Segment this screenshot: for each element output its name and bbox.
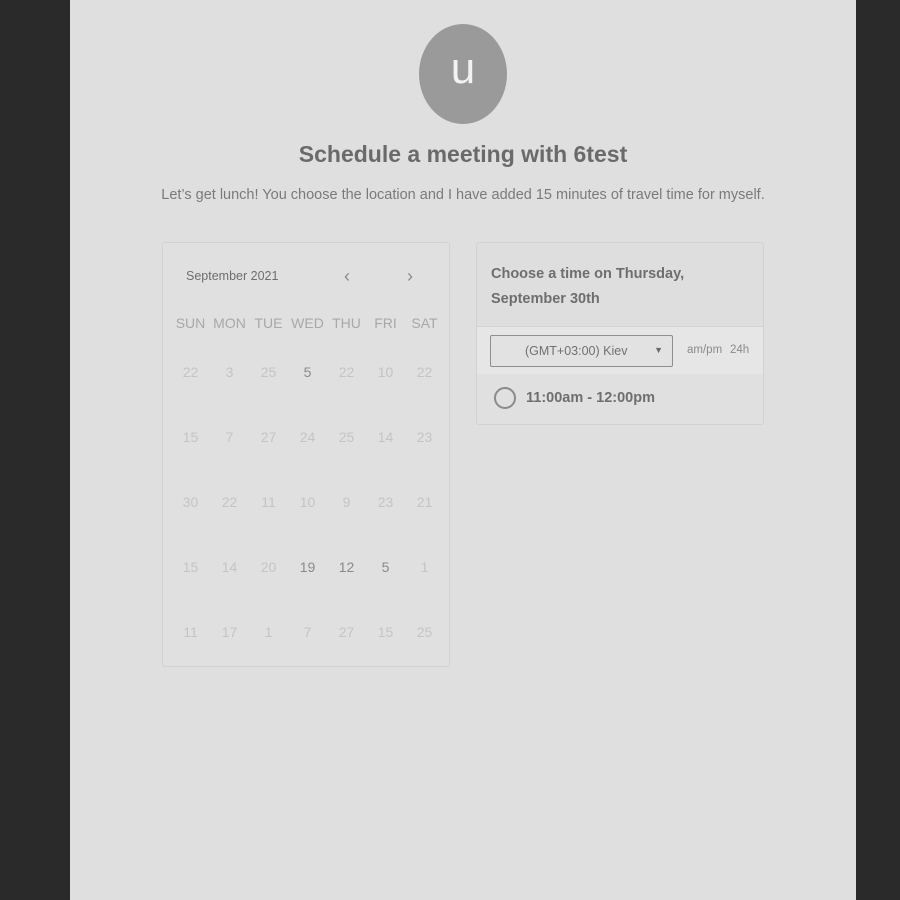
calendar-day: 23 [416,429,433,445]
calendar-day: 25 [416,624,433,640]
calendar-day: 17 [221,624,238,640]
caret-down-icon: ▼ [654,345,663,355]
time-slot-panel: Choose a time on Thursday, September 30t… [476,242,764,425]
calendar-day: 22 [182,364,199,380]
calendar-day: 27 [338,624,355,640]
calendar-day: 1 [420,559,429,575]
calendar-day: 22 [338,364,355,380]
avatar-initial: u [450,44,476,93]
weekday-label: WED [291,315,324,331]
weekday-label: THU [332,315,361,331]
calendar-day: 27 [260,429,277,445]
chevron-right-icon[interactable]: › [400,266,420,286]
calendar-week-row: 15 14 20 19 12 5 1 [171,543,444,608]
calendar-day: 3 [225,364,234,380]
format-ampm-toggle[interactable]: am/pm [687,344,722,356]
page-title: Schedule a meeting with 6test [298,141,628,167]
radio-button[interactable] [494,387,516,409]
timezone-select[interactable]: (GMT+03:00) Kiev ▼ [490,335,673,367]
weekday-label: TUE [254,315,283,331]
calendar-day: 11 [261,494,276,510]
calendar-day: 7 [225,429,234,445]
calendar-day: 25 [338,429,355,445]
weekday-label: FRI [374,315,397,331]
calendar-month-label: September 2021 [186,269,279,283]
format-24h-toggle[interactable]: 24h [730,344,749,356]
calendar-day[interactable]: 5 [288,348,327,413]
time-slot-option[interactable]: 11:00am - 12:00pm [477,374,763,424]
calendar-day: 15 [182,429,199,445]
weekday-header: SUN MON TUE WED THU FRI SAT [171,315,444,331]
page-subtitle: Let’s get lunch! You choose the location… [161,187,765,203]
calendar-day: 25 [260,364,277,380]
chevron-left-icon[interactable]: ‹ [337,266,357,286]
avatar: u [419,24,507,124]
weekday-label: SAT [411,315,438,331]
calendar-day[interactable]: 19 [288,543,327,608]
time-slot-label: 11:00am - 12:00pm [526,390,655,406]
calendar-day: 10 [377,364,394,380]
weekday-label: SUN [175,315,206,331]
calendar-day: 15 [182,559,199,575]
calendar-day: 20 [260,559,277,575]
time-slot-title: Choose a time on Thursday, September 30t… [491,266,685,307]
calendar-day: 14 [221,559,238,575]
calendar-week-row: 22 3 25 5 22 10 22 [171,348,444,413]
weekday-label: MON [213,315,246,331]
calendar-week-row: 30 22 11 10 9 23 21 [171,478,444,543]
calendar-day: 23 [377,494,394,510]
calendar-panel: September 2021 ‹ › SUN MON TUE WED THU F… [162,242,450,667]
calendar-day: 10 [299,494,316,510]
timezone-row: (GMT+03:00) Kiev ▼ am/pm 24h [477,326,763,374]
calendar-day: 1 [264,624,273,640]
calendar-day: 30 [182,494,199,510]
calendar-day: 9 [342,494,351,510]
calendar-day: 14 [377,429,394,445]
calendar-day: 22 [416,364,433,380]
calendar-day: 11 [183,624,198,640]
scheduling-page: u Schedule a meeting with 6test Let’s ge… [70,0,856,900]
time-slot-header: Choose a time on Thursday, September 30t… [477,243,763,325]
calendar-day: 22 [221,494,238,510]
calendar-grid: 22 3 25 5 22 10 22 15 7 27 24 25 14 23 30 22 11 10 9 23 21 15… [171,348,444,673]
calendar-week-row: 11 17 1 7 27 15 25 [171,608,444,673]
calendar-week-row: 15 7 27 24 25 14 23 [171,413,444,478]
calendar-day[interactable]: 5 [366,543,405,608]
timezone-value: (GMT+03:00) Kiev [525,344,628,358]
calendar-day[interactable]: 12 [327,543,366,608]
calendar-day: 7 [303,624,312,640]
calendar-day: 24 [299,429,316,445]
calendar-day: 15 [377,624,394,640]
calendar-day: 21 [416,494,433,510]
